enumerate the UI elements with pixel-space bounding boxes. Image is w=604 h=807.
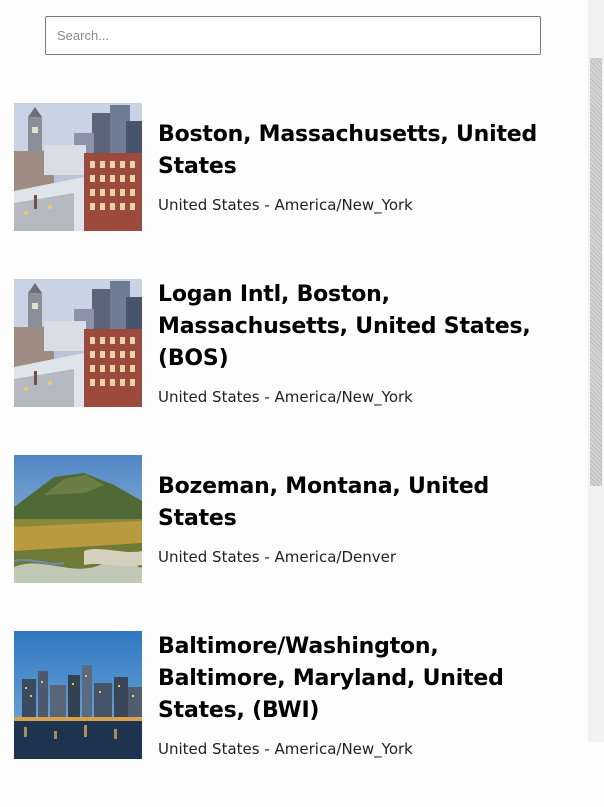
result-title[interactable]: Boston, Massachusetts, United States — [158, 119, 572, 183]
search-bar — [45, 16, 541, 55]
result-title[interactable]: Logan Intl, Boston, Massachusetts, Unite… — [158, 279, 572, 375]
list-item[interactable]: Boston, Massachusetts, United States Uni… — [0, 103, 588, 279]
list-item[interactable]: Bozeman, Montana, United States United S… — [0, 455, 588, 631]
result-text: Bozeman, Montana, United States United S… — [158, 455, 572, 583]
results-list: Boston, Massachusetts, United States Uni… — [0, 103, 588, 807]
result-subtitle: United States - America/New_York — [158, 196, 413, 214]
vertical-scrollbar[interactable] — [588, 0, 604, 742]
city-thumbnail[interactable] — [14, 455, 142, 583]
montana-meadow-photo — [14, 455, 142, 583]
city-thumbnail[interactable] — [14, 279, 142, 407]
baltimore-harbor-photo — [14, 631, 142, 759]
result-text: Logan Intl, Boston, Massachusetts, Unite… — [158, 279, 572, 407]
result-subtitle: United States - America/New_York — [158, 388, 413, 406]
city-thumbnail[interactable] — [14, 631, 142, 759]
boston-skyline-photo — [14, 103, 142, 231]
search-input[interactable] — [45, 16, 541, 55]
scrollbar-thumb[interactable] — [590, 58, 602, 486]
result-text: Boston, Massachusetts, United States Uni… — [158, 103, 572, 231]
city-thumbnail[interactable] — [14, 103, 142, 231]
list-item[interactable]: Baltimore/Washington, Baltimore, Marylan… — [0, 631, 588, 807]
result-text: Baltimore/Washington, Baltimore, Marylan… — [158, 631, 572, 759]
list-item[interactable]: Logan Intl, Boston, Massachusetts, Unite… — [0, 279, 588, 455]
result-title[interactable]: Bozeman, Montana, United States — [158, 471, 572, 535]
result-subtitle: United States - America/New_York — [158, 740, 413, 758]
result-title[interactable]: Baltimore/Washington, Baltimore, Marylan… — [158, 631, 572, 727]
boston-skyline-photo — [14, 279, 142, 407]
result-subtitle: United States - America/Denver — [158, 548, 397, 566]
